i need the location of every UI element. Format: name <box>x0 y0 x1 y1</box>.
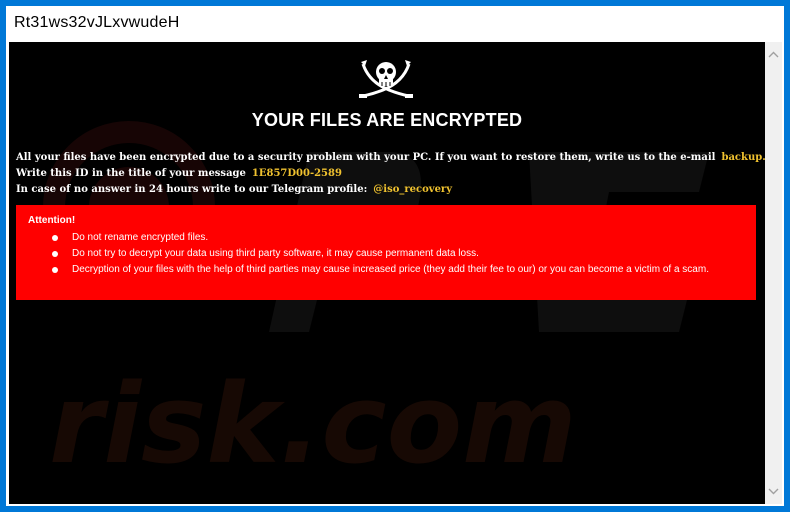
attention-item: Decryption of your files with the help o… <box>16 262 709 278</box>
attention-box: Attention! Do not rename encrypted files… <box>16 205 756 300</box>
telegram-instruction-text: In case of no answer in 24 hours write t… <box>16 184 368 195</box>
bullet-icon <box>52 235 58 241</box>
chevron-up-icon <box>768 51 779 58</box>
bullet-icon <box>52 267 58 273</box>
victim-id: 1E857D00-2589 <box>251 168 342 179</box>
attention-list: Do not rename encrypted files. Do not tr… <box>16 230 709 278</box>
telegram-handle: @iso_recovery <box>373 184 453 195</box>
attention-item-text: Do not try to decrypt your data using th… <box>72 248 479 259</box>
id-instruction-text: Write this ID in the title of your messa… <box>16 168 246 179</box>
pirate-flag-icon <box>359 60 413 98</box>
id-instruction: Write this ID in the title of your messa… <box>16 168 756 179</box>
window-title: Rt31ws32vJLxvwudeH <box>14 14 180 31</box>
title-bar[interactable]: Rt31ws32vJLxvwudeH <box>6 6 784 40</box>
watermark-text: risk.com <box>49 360 577 488</box>
email-instruction-text: All your files have been encrypted due t… <box>16 152 716 163</box>
vertical-scrollbar[interactable] <box>765 42 782 504</box>
ransom-note-content: risk.com YOUR FILES ARE ENCRYPTED All yo… <box>9 42 765 504</box>
attention-item: Do not rename encrypted files. <box>16 230 709 246</box>
contact-email: backup.iso@aol.com <box>721 152 765 163</box>
attention-title: Attention! <box>28 215 76 226</box>
scroll-up-button[interactable] <box>765 46 782 63</box>
attention-item-text: Decryption of your files with the help o… <box>72 264 709 275</box>
scroll-down-button[interactable] <box>765 483 782 500</box>
email-instruction: All your files have been encrypted due t… <box>16 152 765 163</box>
attention-item-text: Do not rename encrypted files. <box>72 232 209 243</box>
telegram-instruction: In case of no answer in 24 hours write t… <box>16 184 756 195</box>
ransom-note-window: Rt31ws32vJLxvwudeH risk.com YOUR FILES A… <box>6 6 784 506</box>
bullet-icon <box>52 251 58 257</box>
ransom-headline: YOUR FILES ARE ENCRYPTED <box>251 110 523 130</box>
attention-item: Do not try to decrypt your data using th… <box>16 246 709 262</box>
chevron-down-icon <box>768 488 779 495</box>
